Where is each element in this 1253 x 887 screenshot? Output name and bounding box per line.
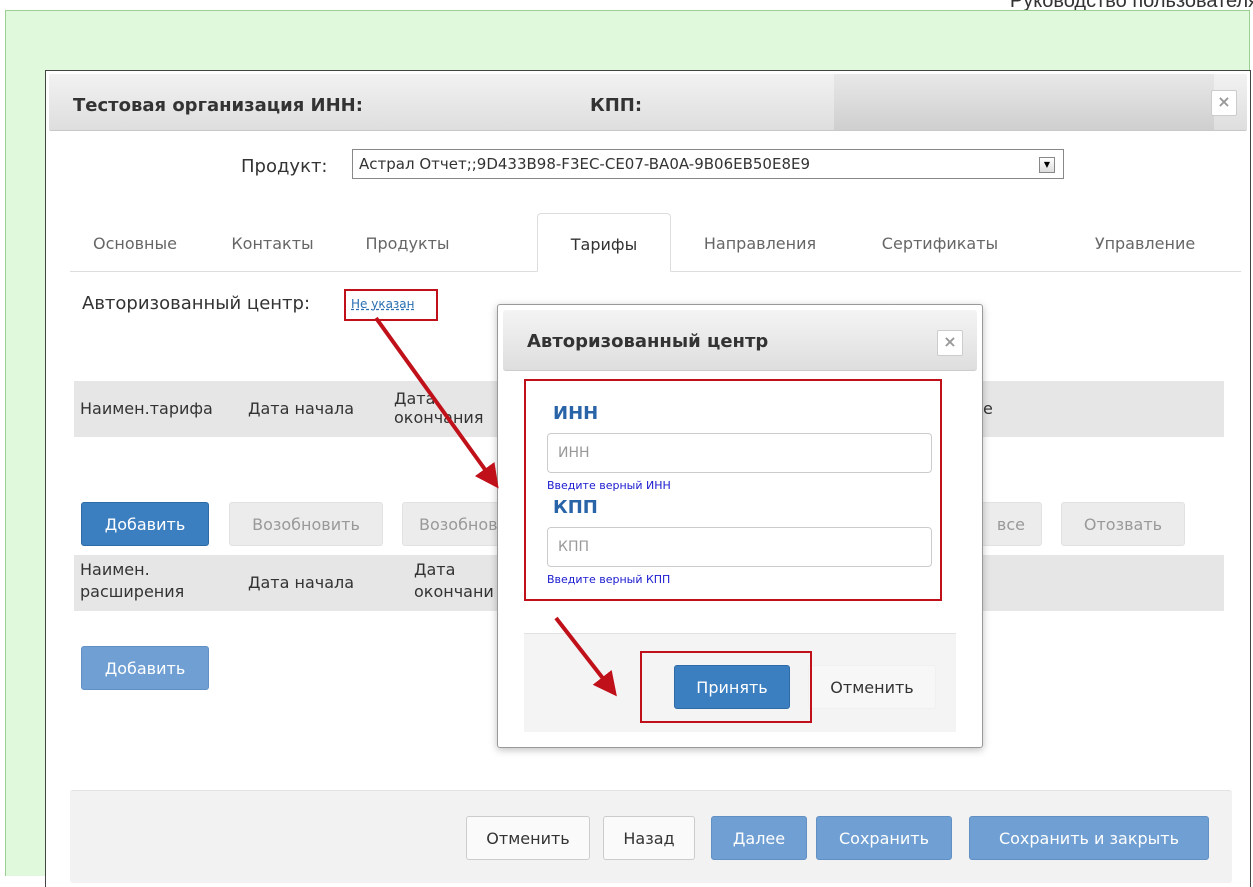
cancel-button[interactable]: Отменить bbox=[466, 816, 590, 860]
dialog-title: Авторизованный центр bbox=[527, 331, 769, 352]
product-row: Продукт: bbox=[241, 155, 328, 177]
col-end-date: Дата окончания bbox=[394, 389, 484, 427]
save-button[interactable]: Сохранить bbox=[816, 816, 952, 860]
add-tariff-button[interactable]: Добавить bbox=[81, 502, 209, 546]
product-select[interactable]: Астрал Отчет;;9D433B98-F3EC-CE07-BA0A-9B… bbox=[352, 149, 1064, 179]
window-header-shade bbox=[834, 74, 1214, 130]
back-button[interactable]: Назад bbox=[603, 816, 695, 860]
tab-contacts[interactable]: Контакты bbox=[210, 213, 335, 271]
accept-highlight-box bbox=[640, 651, 812, 723]
auth-center-link[interactable]: Не указан bbox=[344, 289, 438, 321]
dialog-header: Авторизованный центр × bbox=[503, 310, 977, 371]
tab-directions[interactable]: Направления bbox=[680, 213, 840, 271]
save-and-close-button[interactable]: Сохранить и закрыть bbox=[969, 816, 1209, 860]
renew-button[interactable]: Возобновить bbox=[229, 502, 383, 546]
revoke-button[interactable]: Отозвать bbox=[1061, 502, 1185, 546]
auth-center-dialog: Авторизованный центр × ИНН ИНН Введите в… bbox=[497, 304, 983, 748]
window-kpp-label: КПП: bbox=[590, 95, 643, 116]
tab-management[interactable]: Управление bbox=[1060, 213, 1230, 271]
col-extension-name: Наимен. расширения bbox=[80, 560, 185, 601]
add-extension-button[interactable]: Добавить bbox=[81, 646, 209, 690]
window-header: Тестовая организация ИНН: КПП: × bbox=[49, 74, 1247, 131]
col-tariff-name: Наимен.тарифа bbox=[80, 399, 213, 418]
inn-hint: Введите верный ИНН bbox=[547, 479, 671, 492]
col-ext-start-date: Дата начала bbox=[248, 573, 355, 592]
kpp-input[interactable]: КПП bbox=[547, 527, 932, 567]
window-title: Тестовая организация ИНН: bbox=[73, 95, 363, 116]
tab-main[interactable]: Основные bbox=[70, 213, 200, 271]
tab-products[interactable]: Продукты bbox=[345, 213, 470, 271]
col-status: е bbox=[983, 399, 993, 418]
tab-tariffs[interactable]: Тарифы bbox=[537, 213, 671, 272]
next-button[interactable]: Далее bbox=[711, 816, 807, 860]
dialog-form: ИНН ИНН Введите верный ИНН КПП КПП Введи… bbox=[524, 379, 942, 601]
kpp-hint: Введите верный КПП bbox=[547, 573, 671, 586]
tab-bar: Основные Контакты Продукты Тарифы Направ… bbox=[70, 213, 1241, 272]
col-start-date: Дата начала bbox=[248, 399, 355, 418]
tab-certificates[interactable]: Сертификаты bbox=[860, 213, 1020, 271]
auth-center-label: Авторизованный центр: bbox=[82, 293, 311, 314]
product-select-value: Астрал Отчет;;9D433B98-F3EC-CE07-BA0A-9B… bbox=[359, 155, 811, 173]
kpp-label: КПП bbox=[553, 497, 598, 518]
dialog-cancel-button[interactable]: Отменить bbox=[808, 665, 936, 709]
product-label: Продукт: bbox=[241, 155, 328, 177]
chevron-down-icon[interactable]: ▼ bbox=[1039, 157, 1055, 173]
window-close-button[interactable]: × bbox=[1211, 90, 1237, 116]
inn-label: ИНН bbox=[553, 403, 599, 424]
window-footer: Отменить Назад Далее Сохранить Сохранить… bbox=[70, 790, 1232, 883]
inn-input[interactable]: ИНН bbox=[547, 433, 932, 473]
dialog-close-button[interactable]: × bbox=[937, 330, 963, 356]
